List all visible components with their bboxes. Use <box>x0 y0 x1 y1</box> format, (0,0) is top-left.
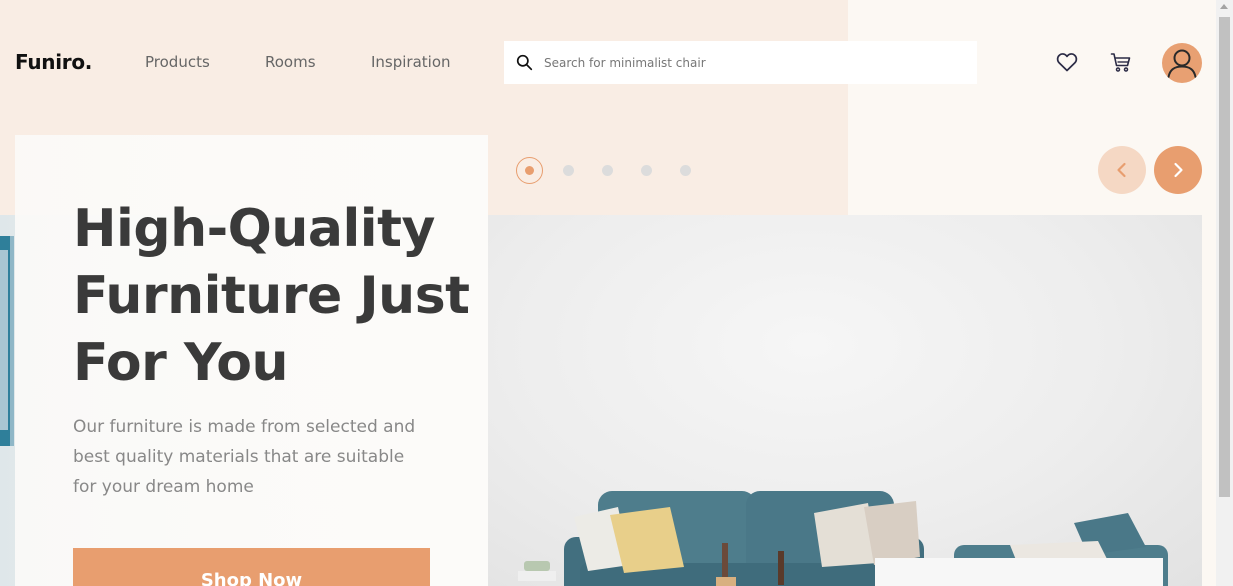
carousel-dot-1-active[interactable] <box>516 157 543 184</box>
nav-inspiration-link[interactable]: Inspiration <box>371 53 451 71</box>
hero-room-image <box>488 215 1202 586</box>
brand-logo[interactable]: Funiro. <box>15 50 92 74</box>
sofa-illustration <box>518 491 1168 586</box>
carousel-dot-4[interactable] <box>641 165 652 176</box>
search-input[interactable] <box>544 55 954 70</box>
shop-now-button[interactable]: Shop Now <box>73 548 430 586</box>
carousel-prev-button[interactable] <box>1098 146 1146 194</box>
chevron-right-icon <box>1174 162 1183 178</box>
chevron-left-icon <box>1117 162 1126 178</box>
carousel-next-button[interactable] <box>1154 146 1202 194</box>
user-avatar[interactable] <box>1162 43 1202 83</box>
wall-frame-inner <box>0 250 8 430</box>
scroll-up-arrow[interactable] <box>1220 4 1228 9</box>
scrollbar-thumb[interactable] <box>1219 17 1230 497</box>
nav-rooms-link[interactable]: Rooms <box>265 53 316 71</box>
nav-products-link[interactable]: Products <box>145 53 210 71</box>
product-info-card <box>875 558 1163 586</box>
hero-description: Our furniture is made from selected and … <box>73 417 416 497</box>
cart-icon[interactable] <box>1109 50 1133 74</box>
search-icon <box>516 54 533 71</box>
carousel-dot-5[interactable] <box>680 165 691 176</box>
user-icon <box>1167 49 1197 78</box>
carousel-dot-2[interactable] <box>563 165 574 176</box>
search-bar[interactable] <box>504 41 977 84</box>
carousel-dot-3[interactable] <box>602 165 613 176</box>
hero-title: High-Quality Furniture Just For You <box>73 199 470 393</box>
heart-icon[interactable] <box>1055 50 1079 74</box>
